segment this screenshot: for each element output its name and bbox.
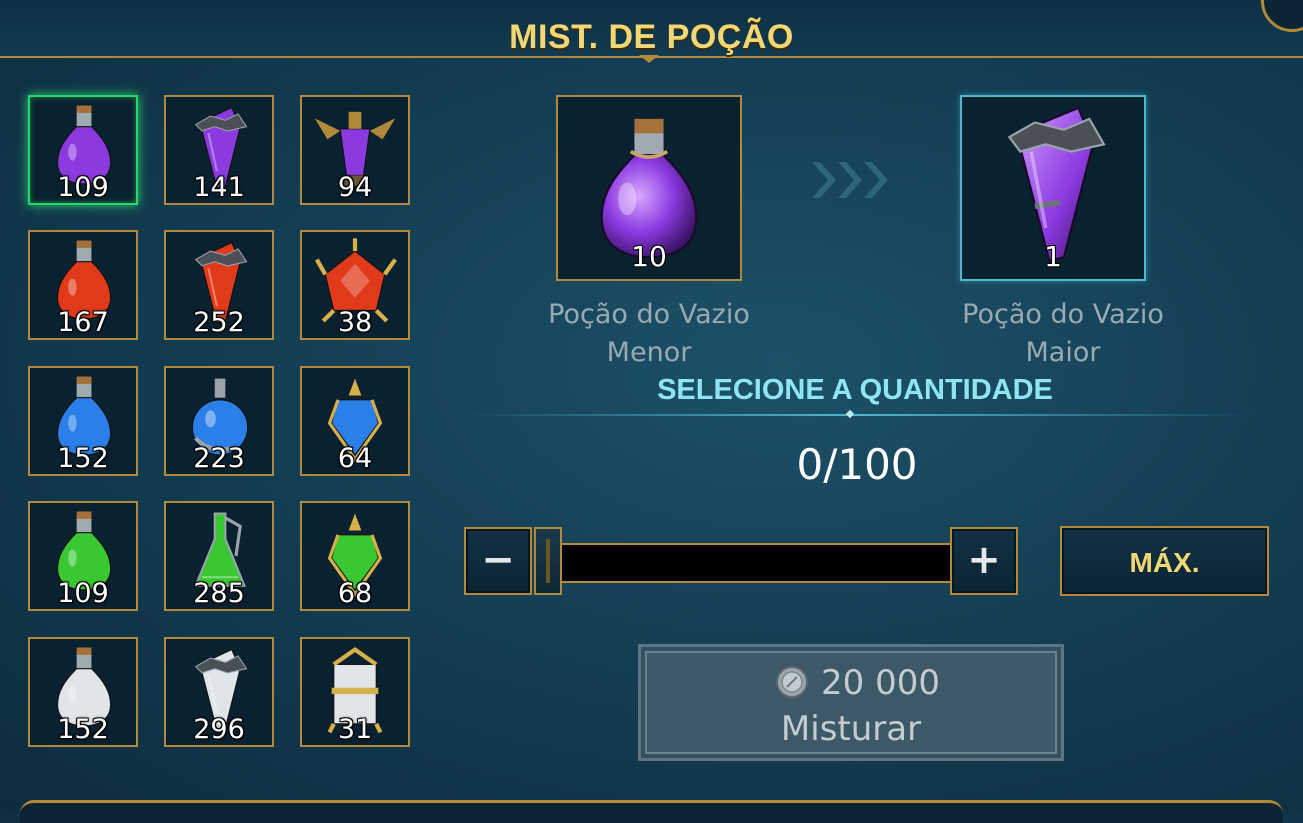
potion-slot[interactable]: 152 [28, 366, 138, 476]
quantity-readout: 0/100 [796, 440, 918, 489]
potion-count: 141 [193, 172, 245, 203]
page-title: MIST. DE POÇÃO [509, 18, 794, 56]
decrease-quantity-button[interactable]: − [464, 527, 532, 595]
chevrons-right-icon [812, 162, 888, 198]
recipe-output-name: Poção do Vazio Maior [933, 296, 1193, 372]
recipe-output-name-line1: Poção do Vazio [962, 299, 1164, 330]
minus-icon: − [481, 537, 515, 583]
recipe-output-count: 1 [1044, 240, 1062, 273]
potion-count: 152 [57, 443, 109, 474]
potion-count: 167 [57, 307, 109, 338]
recipe-output-slot: 1 [960, 95, 1146, 281]
silver-coin-icon [776, 666, 808, 698]
mix-button-label: Misturar [780, 709, 922, 749]
increase-quantity-button[interactable]: + [950, 527, 1018, 595]
potion-slot[interactable]: 152 [28, 637, 138, 747]
potion-slot[interactable]: 109 [28, 501, 138, 611]
potion-slot[interactable]: 109 [28, 95, 138, 205]
potion-slot[interactable]: 38 [300, 230, 410, 340]
divider-ornament [845, 409, 855, 419]
potion-slot[interactable]: 223 [164, 366, 274, 476]
recipe-output-name-line2: Maior [1025, 337, 1101, 368]
recipe-input-name-line2: Menor [606, 337, 692, 368]
potion-count: 285 [193, 578, 245, 609]
recipe-input-slot: 10 [556, 95, 742, 281]
potion-count: 109 [57, 578, 109, 609]
potion-count: 38 [337, 307, 373, 338]
title-notch [639, 55, 659, 63]
max-button-label: MÁX. [1129, 547, 1200, 578]
potion-count: 252 [193, 307, 245, 338]
max-quantity-button[interactable]: MÁX. [1060, 526, 1269, 596]
select-quantity-label: SELECIONE A QUANTIDADE [657, 374, 1053, 406]
potion-slot[interactable]: 94 [300, 95, 410, 205]
recipe-input-name: Poção do Vazio Menor [519, 296, 779, 372]
plus-icon: + [967, 537, 1001, 583]
potion-count: 94 [337, 172, 373, 203]
potion-slot[interactable]: 68 [300, 501, 410, 611]
recipe-input-count: 10 [631, 240, 667, 273]
mix-cost: 20 000 [821, 663, 940, 703]
potion-count: 296 [193, 714, 245, 745]
potion-slot[interactable]: 285 [164, 501, 274, 611]
potion-slot[interactable]: 141 [164, 95, 274, 205]
quantity-slider-handle[interactable] [534, 527, 562, 595]
potion-count: 31 [337, 714, 373, 745]
recipe-input-name-line1: Poção do Vazio [548, 299, 750, 330]
bottom-frame [20, 800, 1283, 823]
potion-count: 152 [57, 714, 109, 745]
potion-count: 64 [337, 443, 373, 474]
potion-slot[interactable]: 64 [300, 366, 410, 476]
quantity-slider-track[interactable] [562, 543, 950, 583]
potion-count: 109 [57, 172, 109, 203]
mix-button[interactable]: 20 000 Misturar [638, 644, 1064, 761]
potion-slot[interactable]: 252 [164, 230, 274, 340]
divider [462, 414, 1252, 416]
potion-slot[interactable]: 296 [164, 637, 274, 747]
potion-count: 223 [193, 443, 245, 474]
potion-count: 68 [337, 578, 373, 609]
potion-slot[interactable]: 31 [300, 637, 410, 747]
potion-slot[interactable]: 167 [28, 230, 138, 340]
